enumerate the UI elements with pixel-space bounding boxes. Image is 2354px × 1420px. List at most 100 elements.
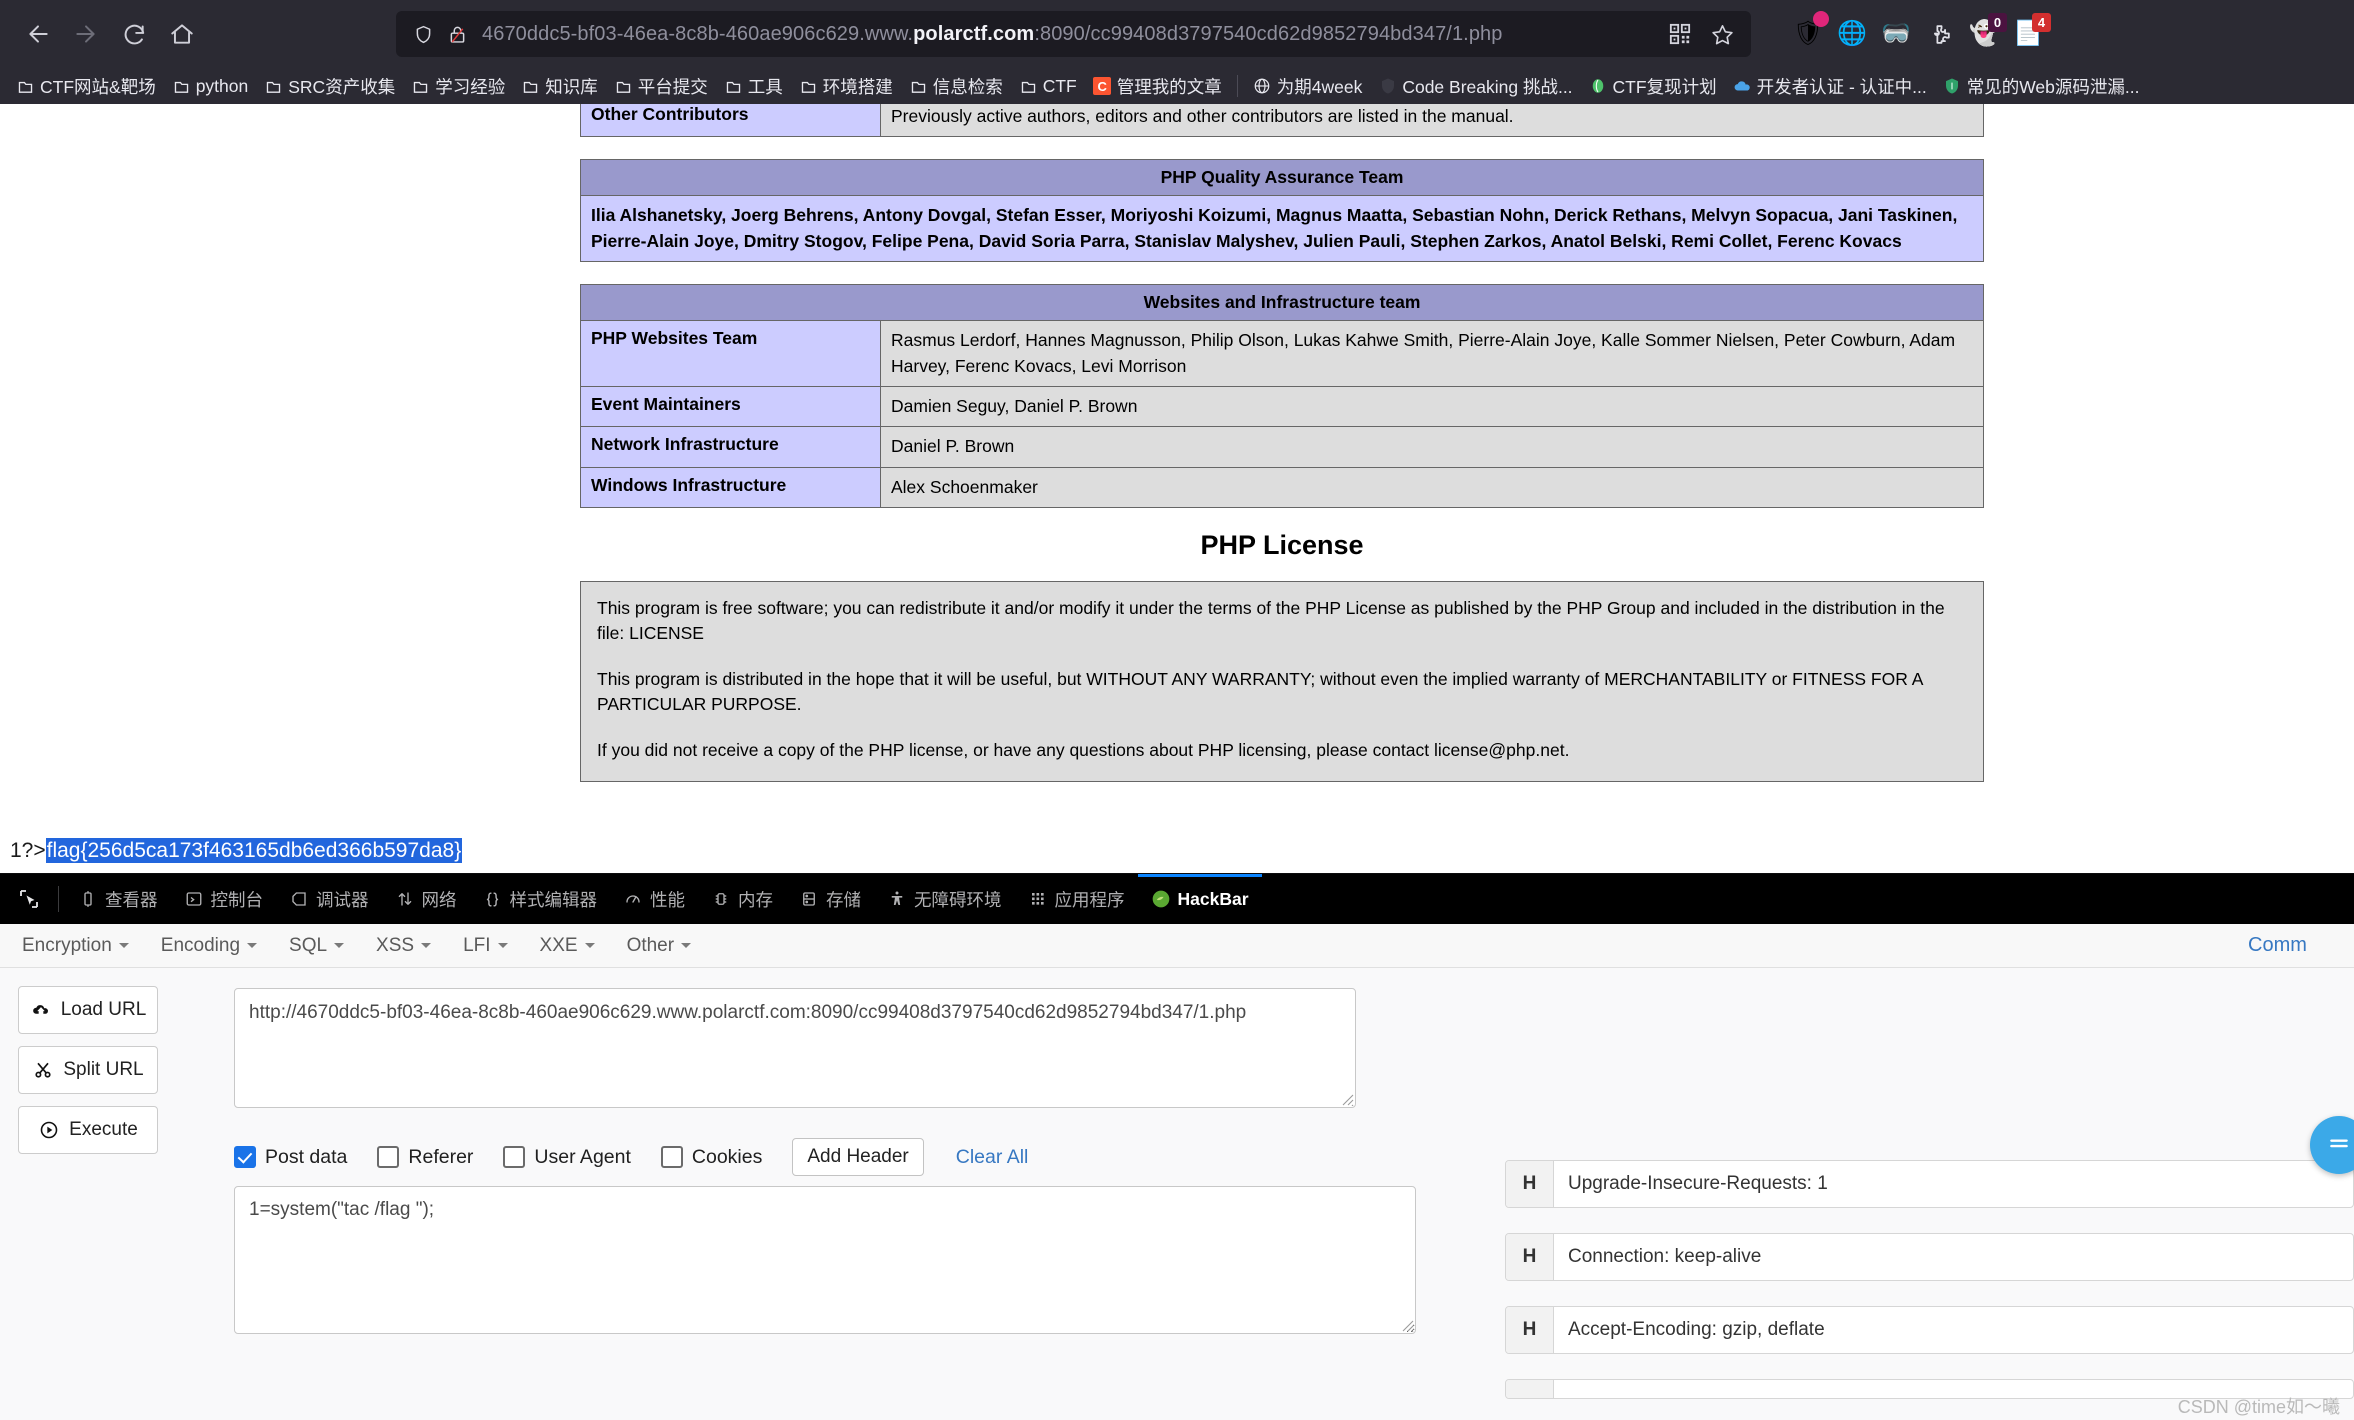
header-row[interactable]: H Accept-Encoding: gzip, deflate	[1505, 1306, 2354, 1354]
bookmark-code-breaking[interactable]: Code Breaking 挑战...	[1370, 70, 1580, 103]
load-url-button[interactable]: Load URL	[18, 986, 158, 1034]
bookmark-manage-articles[interactable]: C 管理我的文章	[1085, 70, 1230, 103]
dark-shield-icon	[1378, 77, 1397, 96]
bookmark-env-setup[interactable]: 环境搭建	[791, 70, 901, 103]
bookmark-developer-cert[interactable]: 开发者认证 - 认证中...	[1725, 70, 1935, 103]
globe-icon	[1253, 77, 1272, 96]
tab-style-editor[interactable]: 样式编辑器	[470, 874, 611, 924]
button-label: Load URL	[60, 999, 147, 1020]
cookies-checkbox-wrap[interactable]: Cookies	[660, 1145, 763, 1169]
menu-xss[interactable]: XSS	[376, 935, 449, 957]
post-data-checkbox[interactable]	[234, 1146, 256, 1168]
tab-console[interactable]: 控制台	[171, 874, 277, 924]
clear-all-link[interactable]: Clear All	[956, 1146, 1029, 1169]
bookmark-label: 知识库	[545, 76, 598, 97]
style-editor-icon	[483, 889, 503, 909]
reload-button[interactable]	[110, 10, 158, 58]
bookmark-4week[interactable]: 为期4week	[1245, 70, 1371, 103]
cookies-checkbox[interactable]	[660, 1146, 683, 1168]
puzzle-extensions-icon[interactable]	[1923, 17, 1957, 51]
bookmark-tools[interactable]: 工具	[716, 70, 791, 103]
tab-performance[interactable]: 性能	[610, 874, 698, 924]
bookmark-info-retrieval[interactable]: 信息检索	[901, 70, 1011, 103]
header-row[interactable]: H Connection: keep-alive	[1505, 1233, 2354, 1281]
table-row: PHP Websites Team Rasmus Lerdorf, Hannes…	[580, 320, 1984, 387]
qa-team-table: PHP Quality Assurance Team Ilia Alshanet…	[580, 159, 1984, 263]
table-header-row: Websites and Infrastructure team	[580, 284, 1984, 322]
qr-code-icon[interactable]	[1661, 15, 1699, 53]
back-button[interactable]	[14, 10, 62, 58]
bookmark-ctf-sites[interactable]: CTF网站&靶场	[8, 70, 164, 103]
execute-button[interactable]: Execute	[18, 1106, 158, 1154]
play-icon	[38, 1119, 60, 1141]
row-value: Alex Schoenmaker	[880, 466, 1984, 509]
tab-storage[interactable]: 存储	[786, 874, 874, 924]
bookmark-src-assets[interactable]: SRC资产收集	[256, 70, 403, 103]
bookmark-knowledge-base[interactable]: 知识库	[513, 70, 606, 103]
header-tag	[1506, 1380, 1554, 1398]
url-text[interactable]: 4670ddc5-bf03-46ea-8c8b-460ae906c629.www…	[482, 23, 1503, 46]
button-label: Execute	[69, 1119, 138, 1140]
bookmark-python[interactable]: python	[164, 72, 257, 101]
bookmark-ctf-reproduce[interactable]: CTF复现计划	[1581, 70, 1725, 103]
address-bar[interactable]: 4670ddc5-bf03-46ea-8c8b-460ae906c629.www…	[396, 11, 1751, 57]
menu-xxe[interactable]: XXE	[540, 935, 613, 957]
console-icon	[184, 889, 204, 909]
post-data-input[interactable]	[234, 1186, 1416, 1334]
bookmark-label: Code Breaking 挑战...	[1402, 76, 1573, 97]
shield-icon[interactable]	[406, 17, 440, 51]
header-row[interactable]: H Upgrade-Insecure-Requests: 1	[1505, 1160, 2354, 1208]
referer-checkbox[interactable]	[377, 1146, 400, 1168]
url-prefix: 4670ddc5-bf03-46ea-8c8b-460ae906c629.www…	[482, 22, 914, 45]
table-row: Windows Infrastructure Alex Schoenmaker	[580, 466, 1984, 509]
menu-other[interactable]: Other	[627, 935, 710, 957]
user-agent-checkbox-wrap[interactable]: User Agent	[503, 1146, 631, 1169]
bookmark-platform-submit[interactable]: 平台提交	[606, 70, 716, 103]
community-link[interactable]: Comm	[2248, 934, 2332, 957]
menu-lfi[interactable]: LFI	[463, 935, 525, 957]
menu-sql[interactable]: SQL	[289, 935, 362, 957]
header-value[interactable]: Accept-Encoding: gzip, deflate	[1554, 1307, 2353, 1353]
bookmark-study-experience[interactable]: 学习经验	[403, 70, 513, 103]
download-manager-icon[interactable]: 🌐	[1835, 17, 1869, 51]
user-agent-checkbox[interactable]	[503, 1146, 526, 1168]
post-data-checkbox-wrap[interactable]: Post data	[234, 1146, 347, 1169]
home-button[interactable]	[158, 10, 206, 58]
add-header-button[interactable]: Add Header	[792, 1138, 924, 1176]
checkbox-label: Post data	[265, 1145, 348, 1168]
bookmark-ctf[interactable]: CTF	[1011, 72, 1085, 101]
bookmark-label: python	[195, 75, 249, 96]
referer-checkbox-wrap[interactable]: Referer	[377, 1146, 473, 1169]
bookmark-star-icon[interactable]	[1703, 15, 1741, 53]
php-license-box: This program is free software; you can r…	[580, 581, 1984, 782]
table-row: Event Maintainers Damien Seguy, Daniel P…	[580, 385, 1984, 428]
menu-encoding[interactable]: Encoding	[161, 935, 275, 957]
menu-label: XSS	[376, 934, 415, 956]
tab-debugger[interactable]: 调试器	[276, 874, 382, 924]
checkbox-label: Cookies	[691, 1145, 763, 1168]
lock-broken-icon[interactable]	[440, 17, 474, 51]
header-value[interactable]: Upgrade-Insecure-Requests: 1	[1554, 1161, 2353, 1207]
element-picker-icon[interactable]	[6, 879, 52, 919]
menu-encryption[interactable]: Encryption	[22, 935, 147, 957]
tab-memory[interactable]: 内存	[698, 874, 786, 924]
notes-extension-icon[interactable]: 📄 4	[2011, 13, 2051, 51]
split-url-button[interactable]: Split URL	[18, 1046, 158, 1094]
tab-inspector[interactable]: 查看器	[65, 874, 171, 924]
hackbar-icon	[1151, 889, 1171, 909]
forward-button[interactable]	[62, 10, 110, 58]
tab-hackbar[interactable]: HackBar	[1137, 874, 1262, 924]
application-icon	[1028, 889, 1048, 909]
bookmark-web-source-leak[interactable]: 常见的Web源码泄漏...	[1935, 70, 2148, 103]
tab-network[interactable]: 网络	[382, 874, 470, 924]
header-value[interactable]: Connection: keep-alive	[1554, 1234, 2353, 1280]
ghost-proxy-icon[interactable]: 👻 0	[1967, 13, 2007, 51]
tab-accessibility[interactable]: 无障碍环境	[874, 874, 1015, 924]
flag-value-selected[interactable]: flag{256d5ca173f463165db6ed366b597da8}	[45, 838, 463, 863]
checkbox-label: Referer	[408, 1145, 474, 1168]
folder-icon	[799, 77, 818, 96]
url-input[interactable]	[234, 988, 1356, 1108]
adblock-icon[interactable]: 🛡	[1791, 11, 1829, 51]
tab-application[interactable]: 应用程序	[1015, 874, 1138, 924]
user-agent-switcher-icon[interactable]: 🥽	[1879, 17, 1913, 51]
